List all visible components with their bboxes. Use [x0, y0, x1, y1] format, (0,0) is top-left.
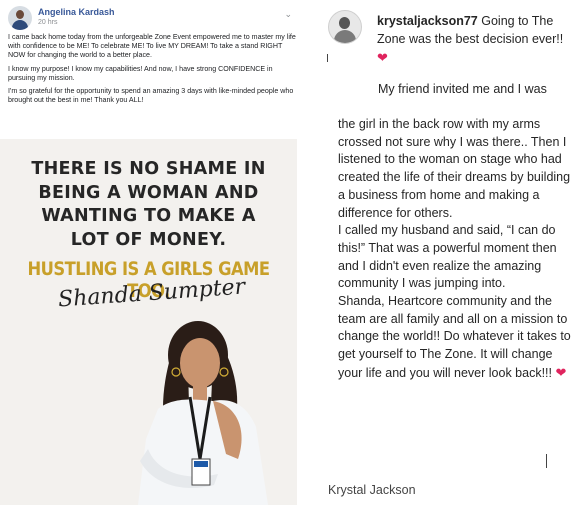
poster-line: LOT OF MONEY.	[70, 230, 227, 250]
comment-body-text: the girl in the back row with my arms cr…	[338, 117, 571, 380]
comment-text-line: My friend invited me and I was	[378, 82, 547, 96]
text-cursor	[327, 54, 328, 62]
post-paragraph: I came back home today from the unforgea…	[8, 33, 296, 60]
poster-line: THERE IS NO SHAME IN	[31, 159, 266, 179]
author-avatar[interactable]	[8, 6, 32, 30]
text-cursor	[546, 454, 547, 468]
author-name[interactable]: Angelina Kardash	[38, 7, 115, 17]
poster-line: WANTING TO MAKE A	[41, 206, 256, 226]
poster-line: BEING A WOMAN AND	[38, 183, 259, 203]
facebook-post: Angelina Kardash 20 hrs ⌄ I came back ho…	[0, 0, 305, 505]
chevron-down-icon[interactable]: ⌄	[284, 9, 292, 20]
heart-icon: ❤	[555, 364, 567, 380]
comment-signature: Krystal Jackson	[328, 483, 416, 497]
comment-header: krystaljackson77 Going to The Zone was t…	[377, 12, 582, 67]
post-timestamp[interactable]: 20 hrs	[38, 19, 57, 26]
post-image[interactable]: THERE IS NO SHAME IN BEING A WOMAN AND W…	[0, 139, 297, 505]
commenter-username[interactable]: krystaljackson77	[377, 14, 478, 28]
post-header: Angelina Kardash 20 hrs ⌄	[8, 5, 298, 31]
post-paragraph: I'm so grateful for the opportunity to s…	[8, 87, 294, 105]
commenter-avatar[interactable]	[328, 10, 362, 44]
comment-body: the girl in the back row with my arms cr…	[338, 116, 578, 383]
instagram-comment: krystaljackson77 Going to The Zone was t…	[308, 0, 585, 505]
post-paragraph: I know my purpose! I know my capabilitie…	[8, 64, 273, 82]
post-text: I came back home today from the unforgea…	[8, 33, 298, 109]
heart-icon: ❤	[377, 49, 388, 65]
woman-photo	[138, 321, 268, 505]
